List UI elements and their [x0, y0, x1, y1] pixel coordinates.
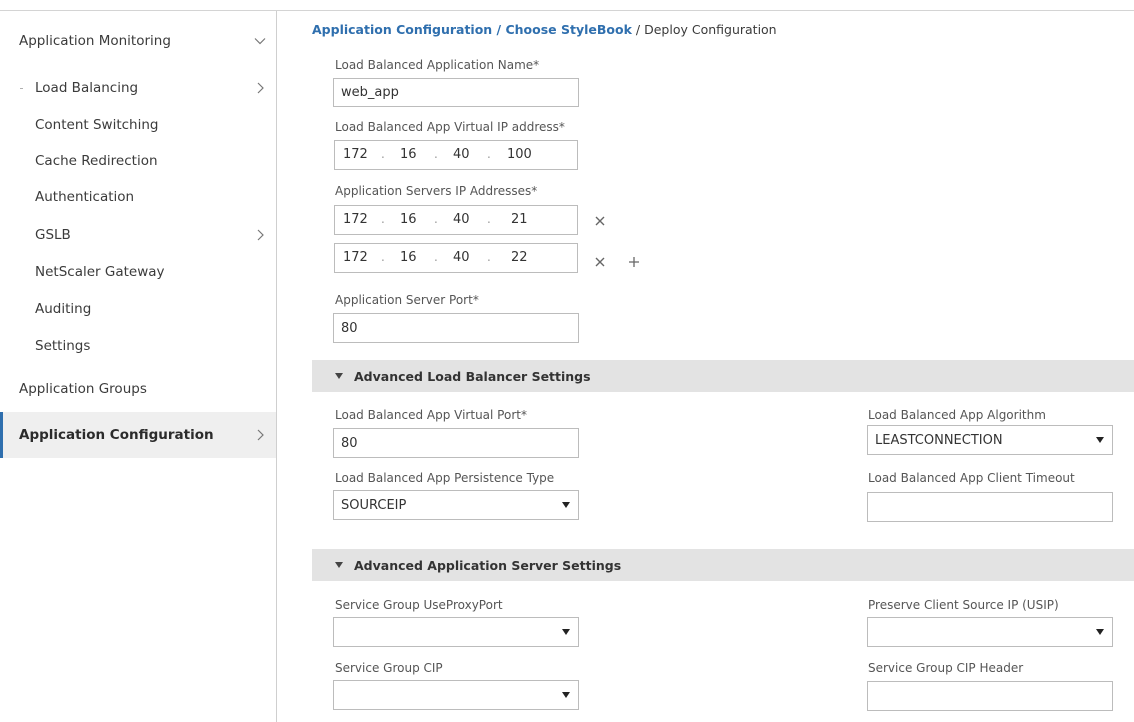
cip-header-label: Service Group CIP Header	[868, 661, 1024, 675]
ip-dot: .	[434, 250, 438, 264]
dropdown-arrow-icon	[1096, 437, 1104, 443]
sidebar-item-label: Content Switching	[35, 117, 159, 133]
ip-dot: .	[381, 212, 385, 226]
cip-label: Service Group CIP	[335, 661, 443, 675]
servers-label: Application Servers IP Addresses*	[335, 184, 538, 198]
persistence-select[interactable]: SOURCEIP	[333, 490, 579, 520]
chevron-right-icon	[257, 429, 264, 441]
sidebar-item-label: NetScaler Gateway	[35, 264, 165, 280]
timeout-label: Load Balanced App Client Timeout	[868, 471, 1075, 485]
app-name-input[interactable]: web_app	[333, 78, 579, 107]
port-value: 80	[341, 320, 358, 336]
ip-dot: .	[381, 147, 385, 161]
chevron-down-icon	[254, 38, 266, 45]
chevron-right-icon	[257, 229, 264, 241]
breadcrumb-separator: /	[631, 22, 645, 37]
useproxyport-select[interactable]	[333, 617, 579, 647]
usip-label: Preserve Client Source IP (USIP)	[868, 598, 1059, 612]
sidebar-item-label: Application Groups	[19, 381, 147, 397]
algorithm-value: LEASTCONNECTION	[875, 432, 1003, 448]
sidebar-item-content-switching[interactable]: Content Switching	[0, 107, 276, 143]
sidebar-item-netscaler-gateway[interactable]: NetScaler Gateway	[0, 254, 276, 290]
vport-value: 80	[341, 435, 358, 451]
dropdown-arrow-icon	[562, 629, 570, 635]
remove-server-1-close-icon[interactable]	[593, 214, 607, 228]
sidebar-item-label: Cache Redirection	[35, 153, 158, 169]
breadcrumb-choose-stylebook[interactable]: Choose StyleBook	[505, 22, 631, 37]
sidebar-item-label: Settings	[35, 338, 91, 354]
bullet-dot	[20, 88, 23, 89]
breadcrumb-application-configuration[interactable]: Application Configuration	[312, 22, 492, 37]
ip-dot: .	[434, 147, 438, 161]
cip-header-input[interactable]	[867, 681, 1113, 711]
ip-octet-4[interactable]: 22	[511, 250, 528, 265]
algorithm-select[interactable]: LEASTCONNECTION	[867, 425, 1113, 455]
cip-select[interactable]	[333, 680, 579, 710]
ip-dot: .	[434, 212, 438, 226]
section-title: Advanced Load Balancer Settings	[354, 368, 591, 384]
useproxyport-label: Service Group UseProxyPort	[335, 598, 503, 612]
vip-label: Load Balanced App Virtual IP address*	[335, 120, 565, 134]
timeout-input[interactable]	[867, 492, 1113, 522]
ip-octet-2[interactable]: 16	[400, 212, 417, 227]
triangle-down-icon	[335, 562, 343, 568]
sidebar: Application Monitoring Load Balancing Co…	[0, 11, 277, 722]
server-ip-input-1[interactable]: 172 . 16 . 40 . 21	[334, 205, 578, 235]
usip-select[interactable]	[867, 617, 1113, 647]
persistence-label: Load Balanced App Persistence Type	[335, 471, 555, 485]
algorithm-label: Load Balanced App Algorithm	[868, 408, 1046, 422]
sidebar-item-settings[interactable]: Settings	[0, 328, 276, 364]
ip-dot: .	[487, 250, 491, 264]
sidebar-item-label: Application Configuration	[19, 427, 214, 443]
dropdown-arrow-icon	[1096, 629, 1104, 635]
sidebar-item-cache-redirection[interactable]: Cache Redirection	[0, 143, 276, 179]
ip-octet-1[interactable]: 172	[343, 250, 368, 265]
ip-octet-2[interactable]: 16	[400, 147, 417, 162]
sidebar-item-label: GSLB	[35, 227, 71, 243]
add-server-plus-icon[interactable]	[627, 255, 641, 269]
sidebar-item-label: Application Monitoring	[19, 33, 171, 49]
sidebar-item-gslb[interactable]: GSLB	[0, 217, 276, 253]
advanced-server-section-header[interactable]: Advanced Application Server Settings	[312, 549, 1134, 581]
sidebar-item-application-configuration[interactable]: Application Configuration	[0, 412, 276, 458]
ip-octet-3[interactable]: 40	[453, 212, 470, 227]
vport-input[interactable]: 80	[333, 428, 579, 458]
port-label: Application Server Port*	[335, 293, 479, 307]
ip-octet-1[interactable]: 172	[343, 147, 368, 162]
ip-octet-1[interactable]: 172	[343, 212, 368, 227]
section-title: Advanced Application Server Settings	[354, 557, 622, 573]
breadcrumb-separator: /	[492, 22, 506, 37]
vip-ip-input[interactable]: 172 . 16 . 40 . 100	[334, 140, 578, 170]
dropdown-arrow-icon	[562, 692, 570, 698]
breadcrumb: Application Configuration / Choose Style…	[312, 22, 777, 37]
sidebar-item-label: Authentication	[35, 189, 135, 205]
vport-label: Load Balanced App Virtual Port*	[335, 408, 527, 422]
ip-octet-4[interactable]: 21	[511, 212, 528, 227]
port-input[interactable]: 80	[333, 313, 579, 343]
dropdown-arrow-icon	[562, 502, 570, 508]
ip-octet-3[interactable]: 40	[453, 250, 470, 265]
persistence-value: SOURCEIP	[341, 497, 407, 513]
sidebar-item-application-monitoring[interactable]: Application Monitoring	[0, 23, 276, 59]
ip-octet-2[interactable]: 16	[400, 250, 417, 265]
ip-dot: .	[381, 250, 385, 264]
sidebar-item-label: Load Balancing	[35, 80, 139, 96]
remove-server-2-close-icon[interactable]	[593, 255, 607, 269]
ip-octet-4[interactable]: 100	[507, 147, 532, 162]
sidebar-item-auditing[interactable]: Auditing	[0, 291, 276, 327]
breadcrumb-current: Deploy Configuration	[644, 22, 777, 37]
advanced-lb-section-header[interactable]: Advanced Load Balancer Settings	[312, 360, 1134, 392]
server-ip-input-2[interactable]: 172 . 16 . 40 . 22	[334, 243, 578, 273]
app-name-value: web_app	[341, 85, 399, 100]
ip-octet-3[interactable]: 40	[453, 147, 470, 162]
ip-dot: .	[487, 147, 491, 161]
ip-dot: .	[487, 212, 491, 226]
sidebar-item-load-balancing[interactable]: Load Balancing	[0, 70, 276, 106]
app-name-label: Load Balanced Application Name*	[335, 58, 540, 72]
sidebar-item-label: Auditing	[35, 301, 92, 317]
sidebar-item-application-groups[interactable]: Application Groups	[0, 371, 276, 407]
chevron-right-icon	[257, 82, 264, 94]
sidebar-item-authentication[interactable]: Authentication	[0, 179, 276, 215]
triangle-down-icon	[335, 373, 343, 379]
